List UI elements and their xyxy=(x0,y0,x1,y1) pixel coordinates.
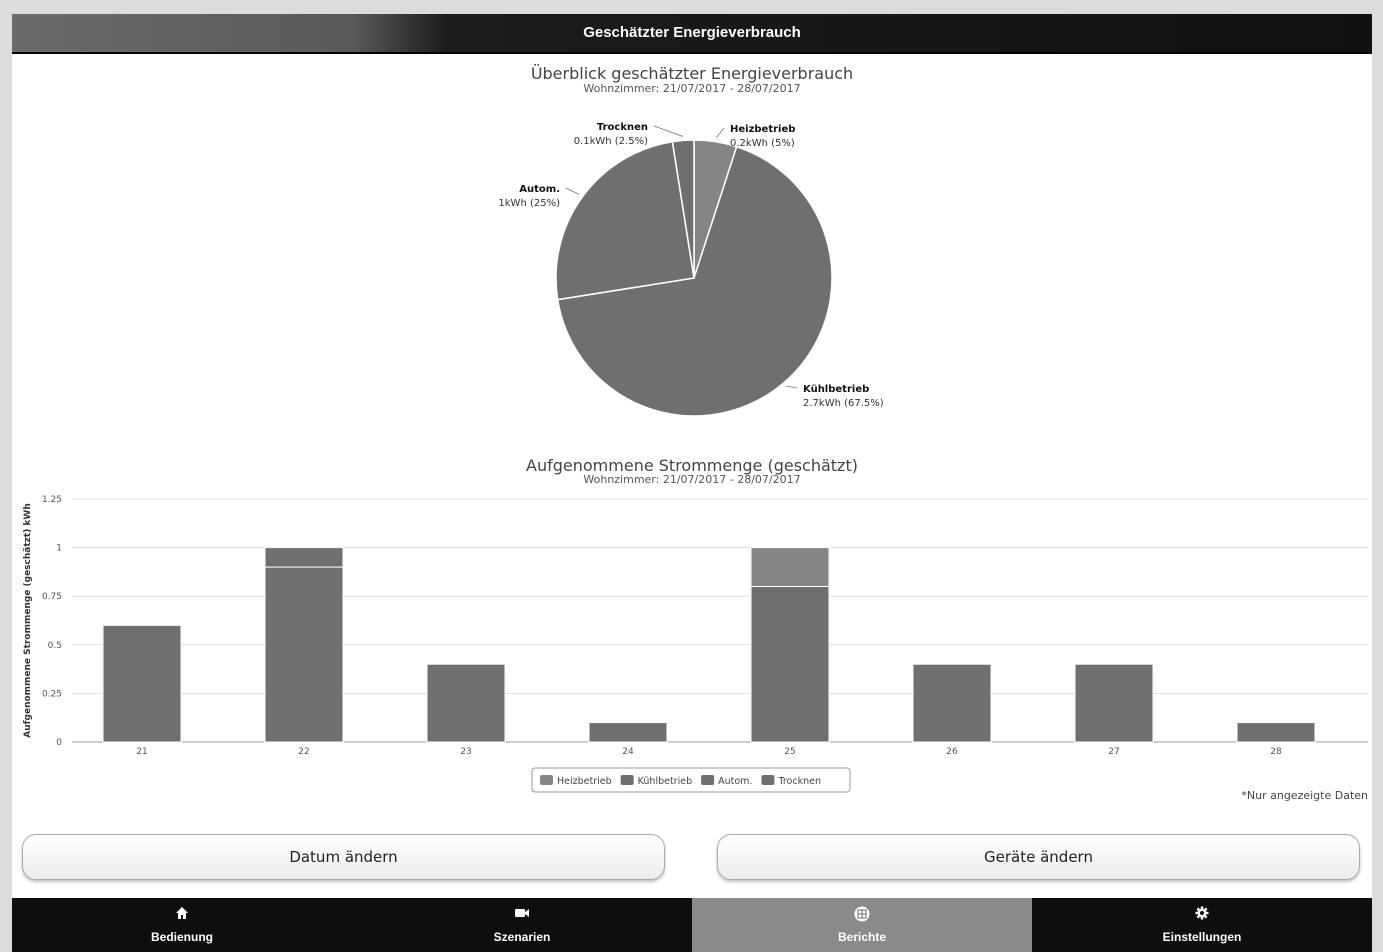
x-tick-label: 24 xyxy=(622,747,634,757)
bar-segment xyxy=(750,547,830,587)
tab-label: Bedienung xyxy=(151,930,213,944)
x-tick-label: 25 xyxy=(784,747,795,757)
x-tick-label: 22 xyxy=(298,747,309,757)
pie-slice-value: 0.1kWh (2.5%) xyxy=(574,136,648,147)
tab-szenarien[interactable]: Szenarien xyxy=(352,898,692,952)
pie-slice-name: Autom. xyxy=(519,184,560,195)
bar-segment xyxy=(426,663,506,743)
y-axis-label: Aufgenommene Strommenge (geschätzt) kWh xyxy=(23,503,33,738)
y-tick-label: 1 xyxy=(56,544,62,554)
table-icon xyxy=(692,906,1032,922)
x-tick-label: 21 xyxy=(136,747,147,757)
legend-swatch xyxy=(761,775,775,785)
x-tick-label: 23 xyxy=(460,747,471,757)
tab-bedienung[interactable]: Bedienung xyxy=(12,898,352,952)
charts-canvas: Heizbetrieb0.2kWh (5%)Kühlbetrieb2.7kWh … xyxy=(23,122,1368,793)
app-frame: Geschätzter Energieverbrauch Überblick g… xyxy=(12,14,1372,952)
bar-segment xyxy=(264,566,344,743)
legend-label: Kühlbetrieb xyxy=(638,776,692,787)
change-date-button[interactable]: Datum ändern xyxy=(22,834,665,880)
legend-label: Heizbetrieb xyxy=(557,776,612,787)
y-tick-label: 1.25 xyxy=(42,495,62,505)
y-tick-label: 0.25 xyxy=(42,689,62,699)
pie-connector xyxy=(653,125,683,137)
footnote: *Nur angezeigte Daten xyxy=(1241,789,1368,802)
bar-segment xyxy=(588,722,668,743)
bar-segment xyxy=(1074,663,1154,743)
home-icon xyxy=(12,906,352,922)
tab-label: Einstellungen xyxy=(1162,930,1242,944)
tab-label: Szenarien xyxy=(493,930,551,944)
bar-segment xyxy=(1236,722,1316,743)
gear-icon xyxy=(1032,906,1372,922)
bottom-nav: Bedienung Szenarien Berichte Einstellung… xyxy=(12,898,1372,952)
bar-segment xyxy=(912,663,992,743)
legend-label: Trocknen xyxy=(777,776,821,787)
pie-slice-value: 1kWh (25%) xyxy=(498,198,560,209)
legend-swatch xyxy=(620,775,634,785)
tab-label: Berichte xyxy=(837,930,887,944)
x-tick-label: 27 xyxy=(1108,747,1119,757)
pie-slice-name: Heizbetrieb xyxy=(730,124,795,135)
tab-einstellungen[interactable]: Einstellungen xyxy=(1032,898,1372,952)
y-tick-label: 0.5 xyxy=(48,641,62,651)
legend-label: Autom. xyxy=(718,776,752,787)
pie-slice-name: Trocknen xyxy=(597,122,648,133)
bar-segment xyxy=(264,547,344,568)
pie-slice-value: 2.7kWh (67.5%) xyxy=(803,398,884,409)
y-tick-label: 0 xyxy=(56,738,62,748)
legend-swatch xyxy=(540,775,553,785)
pie-connector xyxy=(715,127,725,138)
legend-swatch xyxy=(701,775,715,785)
bar-segment xyxy=(102,624,182,743)
x-tick-label: 28 xyxy=(1270,747,1282,757)
tab-berichte[interactable]: Berichte xyxy=(692,898,1032,952)
pie-connector xyxy=(565,187,580,195)
pie-connector xyxy=(786,385,798,389)
bar-segment xyxy=(750,585,830,743)
pie-slice-name: Kühlbetrieb xyxy=(803,384,869,395)
camera-icon xyxy=(352,906,692,922)
pie-slice xyxy=(555,140,695,301)
x-tick-label: 26 xyxy=(946,747,958,757)
y-tick-label: 0.75 xyxy=(42,592,62,602)
change-devices-button[interactable]: Geräte ändern xyxy=(717,834,1360,880)
